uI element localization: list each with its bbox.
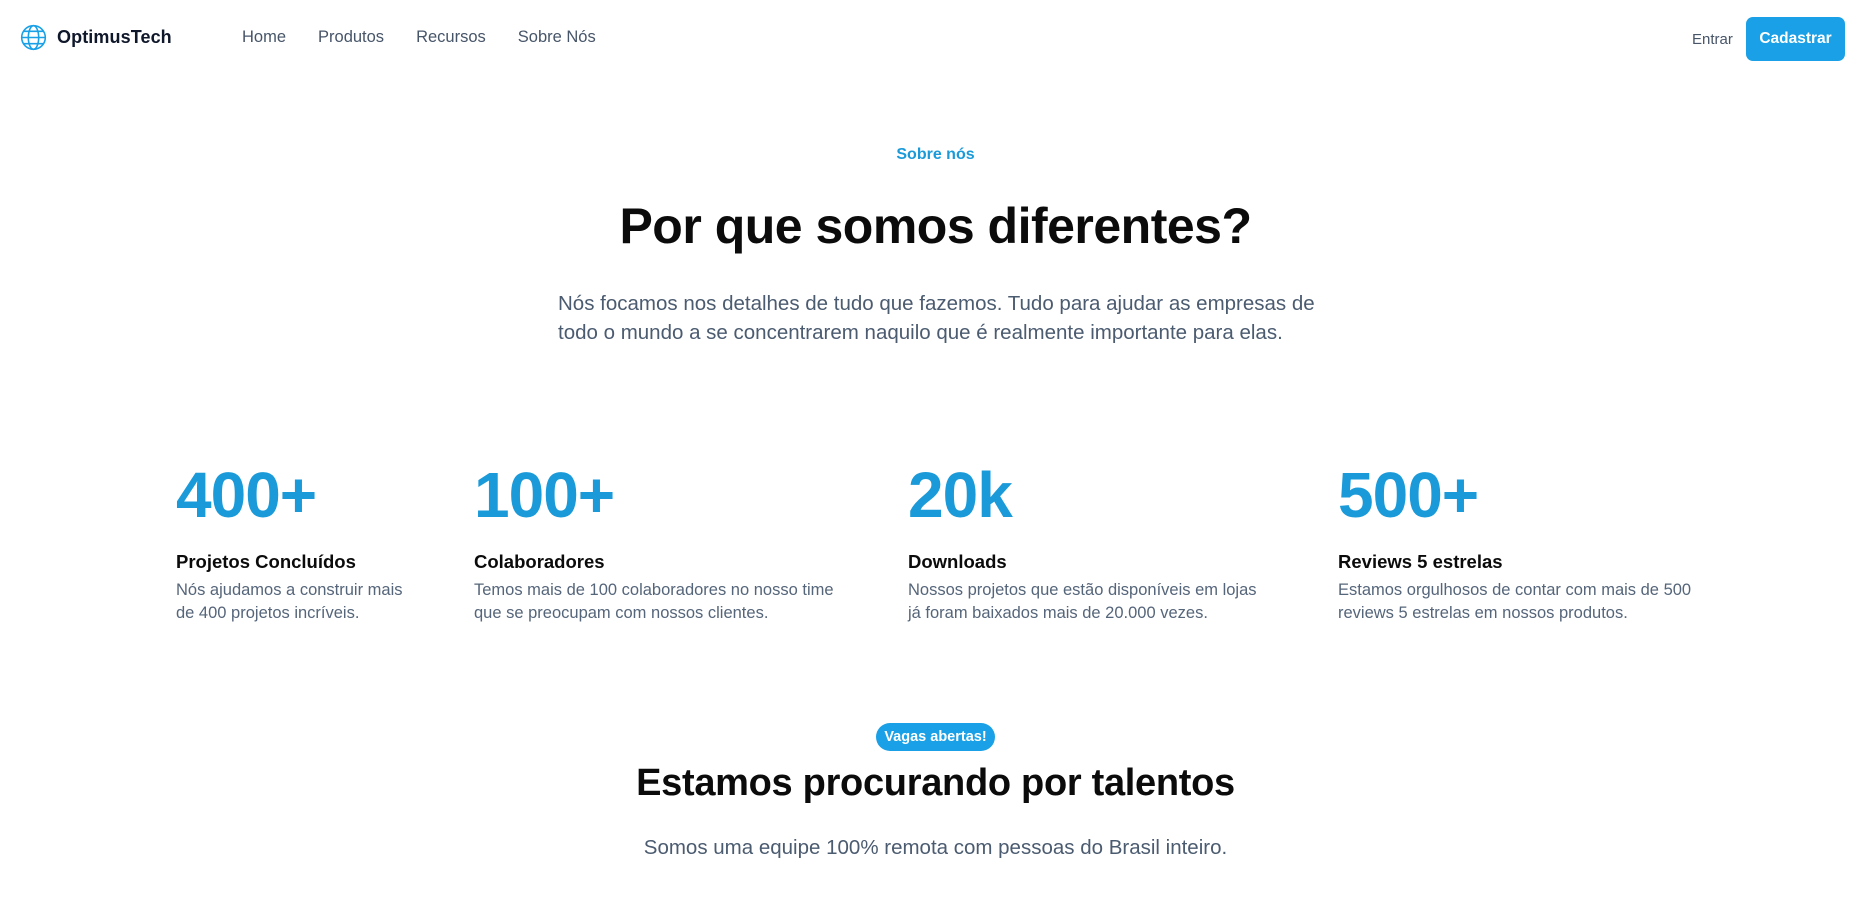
nav-item-produtos[interactable]: Produtos bbox=[318, 28, 384, 47]
stat-title: Downloads bbox=[908, 551, 1007, 572]
stat-title: Reviews 5 estrelas bbox=[1338, 551, 1503, 572]
nav-item-home[interactable]: Home bbox=[242, 28, 286, 47]
section-title: Por que somos diferentes? bbox=[619, 198, 1252, 254]
stat-description: Nossos projetos que estão disponíveis em… bbox=[908, 579, 1257, 625]
main-nav: Home Produtos Recursos Sobre Nós bbox=[242, 28, 628, 47]
section-eyebrow: Sobre nós bbox=[896, 146, 975, 163]
signup-button[interactable]: Cadastrar bbox=[1746, 17, 1845, 61]
careers-description: Somos uma equipe 100% remota com pessoas… bbox=[643, 836, 1228, 859]
nav-item-recursos[interactable]: Recursos bbox=[416, 28, 486, 47]
stat-value: 500+ bbox=[1338, 459, 1479, 531]
site-header: OptimusTech Home Produtos Recursos Sobre… bbox=[0, 0, 1871, 80]
stat-description-line-2: já foram baixados mais de 20.000 vezes. bbox=[908, 604, 1208, 622]
lead-line-2: todo o mundo a se concentrarem naquilo q… bbox=[558, 321, 1283, 344]
stat-description-line-2: reviews 5 estrelas em nossos produtos. bbox=[1338, 604, 1628, 622]
stat-description-line-1: Nossos projetos que estão disponíveis em… bbox=[908, 581, 1257, 599]
stat-value: 400+ bbox=[176, 459, 317, 531]
careers-badge-wrap: Vagas abertas! bbox=[0, 723, 1871, 751]
stat-description-line-2: de 400 projetos incríveis. bbox=[176, 604, 360, 622]
stat-title: Projetos Concluídos bbox=[176, 551, 356, 572]
login-link[interactable]: Entrar bbox=[1692, 31, 1733, 48]
brand-name: OptimusTech bbox=[57, 27, 172, 47]
stat-description-line-1: Nós ajudamos a construir mais bbox=[176, 581, 403, 599]
section-lead: Nós focamos nos detalhes de tudo que faz… bbox=[558, 289, 1338, 347]
nav-item-sobre-nos[interactable]: Sobre Nós bbox=[518, 28, 596, 47]
stat-description-line-2: que se preocupam com nossos clientes. bbox=[474, 604, 769, 622]
stat-reviews: 500+ Reviews 5 estrelas Estamos orgulhos… bbox=[1338, 460, 1691, 625]
stat-description-line-1: Temos mais de 100 colaboradores no nosso… bbox=[474, 581, 834, 599]
stat-value: 20k bbox=[908, 459, 1013, 531]
stat-downloads: 20k Downloads Nossos projetos que estão … bbox=[908, 460, 1257, 625]
brand-logo[interactable]: OptimusTech bbox=[20, 24, 172, 51]
stat-collaborators: 100+ Colaboradores Temos mais de 100 col… bbox=[474, 460, 834, 625]
lead-line-1: Nós focamos nos detalhes de tudo que faz… bbox=[558, 292, 1315, 315]
open-positions-badge: Vagas abertas! bbox=[876, 723, 995, 751]
stat-description: Estamos orgulhosos de contar com mais de… bbox=[1338, 579, 1691, 625]
stat-description-line-1: Estamos orgulhosos de contar com mais de… bbox=[1338, 581, 1692, 599]
stat-value: 100+ bbox=[474, 459, 615, 531]
globe-icon bbox=[20, 24, 47, 51]
stat-description: Temos mais de 100 colaboradores no nosso… bbox=[474, 579, 834, 625]
stat-description: Nós ajudamos a construir mais de 400 pro… bbox=[176, 579, 403, 625]
careers-title: Estamos procurando por talentos bbox=[636, 762, 1235, 804]
stat-title: Colaboradores bbox=[474, 551, 605, 572]
stat-projects: 400+ Projetos Concluídos Nós ajudamos a … bbox=[176, 460, 403, 625]
